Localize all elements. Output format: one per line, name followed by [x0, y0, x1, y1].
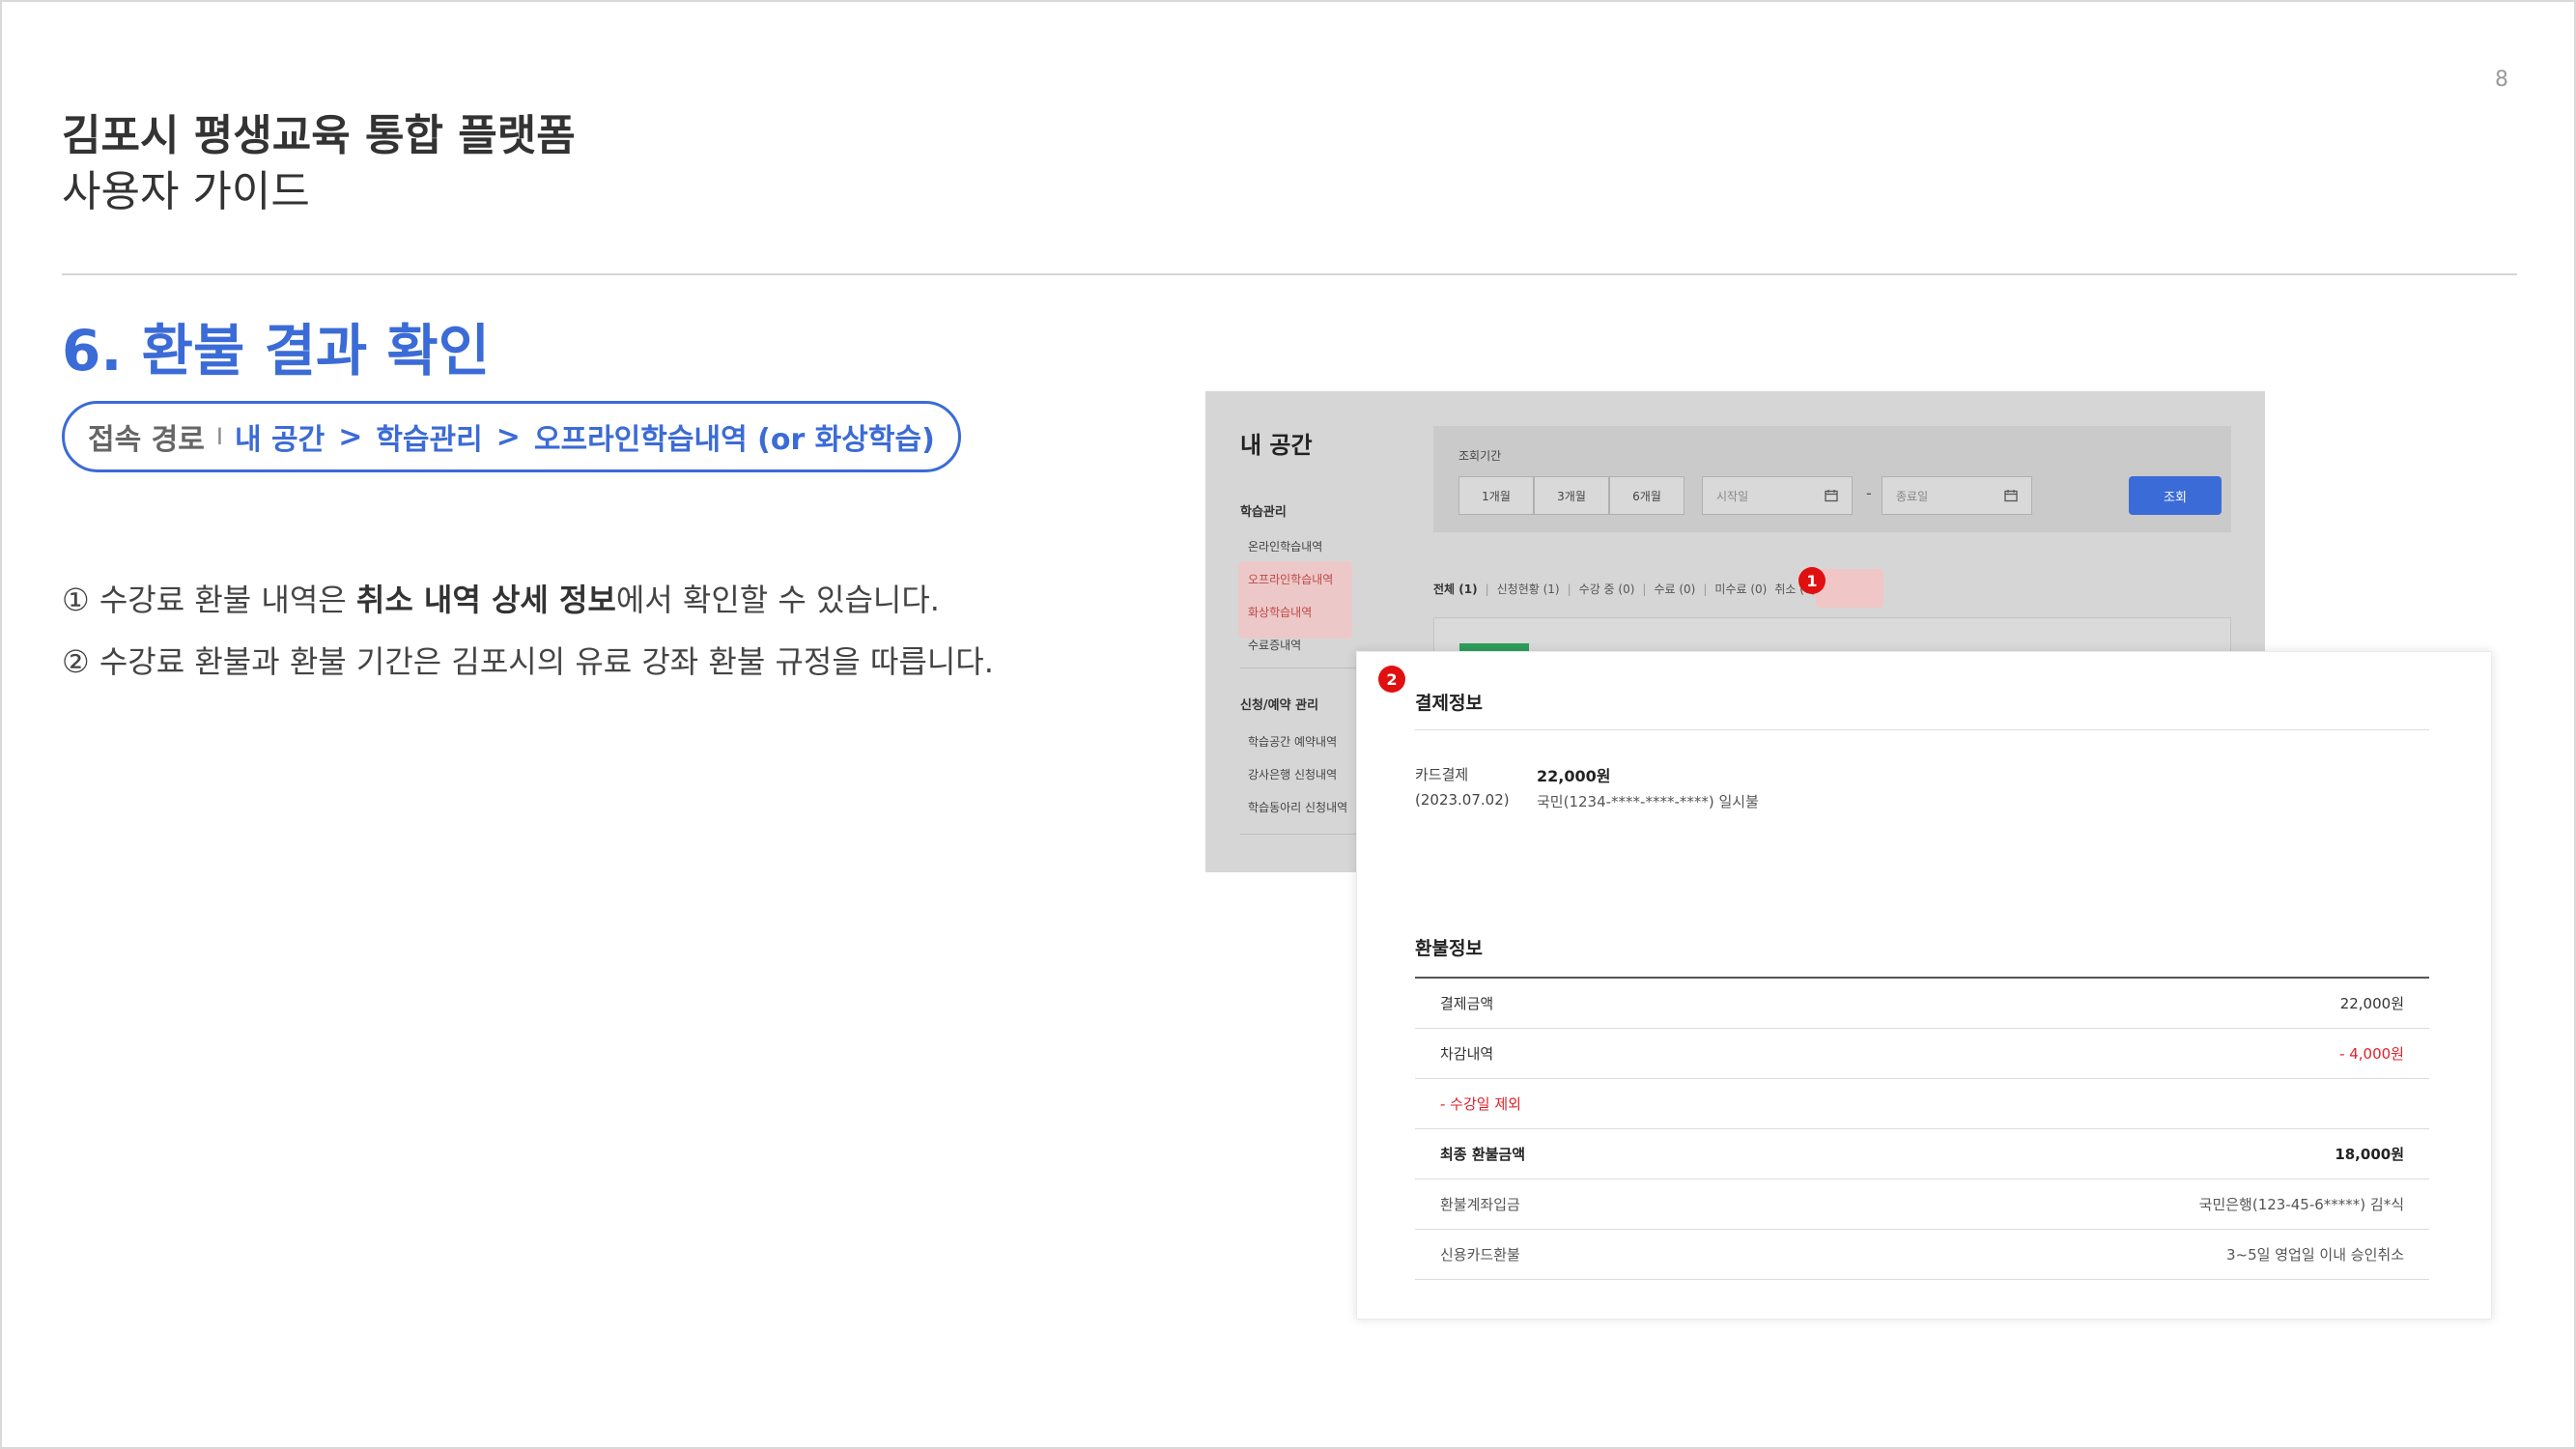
period-6month-button[interactable]: 6개월 — [1609, 476, 1684, 515]
date-range-dash: - — [1866, 484, 1872, 502]
sidebar-item-offline[interactable]: 오프라인학습내역 — [1248, 571, 1333, 587]
table-row: 환불계좌입금 국민은행(123-45-6*****) 김*식 — [1415, 1179, 2429, 1230]
tab-separator: | — [1642, 582, 1647, 596]
payment-card: 국민(1234-****-****-****) 일시불 — [1537, 793, 1759, 810]
refund-info-heading: 환불정보 — [1415, 938, 1483, 959]
table-row: - 수강일 제외 — [1415, 1079, 2429, 1129]
course-status-tag — [1459, 643, 1529, 651]
step-badge-2: 2 — [1378, 666, 1405, 693]
sidebar-group-learning: 학습관리 — [1240, 505, 1287, 520]
table-row: 차감내역 - 4,000원 — [1415, 1029, 2429, 1079]
sidebar-item-club[interactable]: 학습동아리 신청내역 — [1248, 799, 1347, 815]
payment-amount: 22,000원 — [1537, 767, 1611, 785]
status-tabs: 전체 (1) | 신청현황 (1) | 수강 중 (0) | 수료 (0) | … — [1433, 581, 1824, 597]
access-path-arrow: > — [338, 419, 363, 454]
page-number: 8 — [2495, 68, 2508, 92]
end-date-placeholder: 종료일 — [1896, 489, 1929, 503]
tab-in-progress[interactable]: 수강 중 (0) — [1579, 581, 1635, 597]
start-date-placeholder: 시작일 — [1716, 489, 1749, 503]
note-1-suffix: 에서 확인할 수 있습니다. — [615, 582, 940, 618]
refund-row-value: - 4,000원 — [2339, 1045, 2404, 1063]
period-filter: 조회기간 1개월 3개월 6개월 시작일 - 종료일 조회 — [1433, 426, 2231, 532]
sidebar-item-video[interactable]: 화상학습내역 — [1248, 604, 1312, 620]
access-path: 접속 경로 I 내 공간 > 학습관리 > 오프라인학습내역 (or 화상학습) — [62, 401, 961, 472]
refund-row-value: 22,000원 — [2339, 995, 2404, 1012]
access-path-separator: I — [215, 423, 223, 450]
cancel-tab-highlight — [1816, 569, 1883, 608]
period-filter-label: 조회기간 — [1458, 449, 1502, 463]
payment-method: 카드결제 — [1415, 766, 1469, 783]
payment-info-divider — [1415, 729, 2429, 730]
my-space-title: 내 공간 — [1240, 432, 1313, 459]
payment-info-heading: 결제정보 — [1415, 693, 1483, 714]
sidebar-divider — [1240, 834, 1358, 835]
tab-applied[interactable]: 신청현황 (1) — [1497, 581, 1560, 597]
refund-row-value: 3~5일 영업일 이내 승인취소 — [2226, 1246, 2404, 1264]
calendar-icon — [1825, 490, 1838, 502]
calendar-icon — [2004, 490, 2018, 502]
refund-row-value: 국민은행(123-45-6*****) 김*식 — [2198, 1196, 2404, 1213]
payment-date: (2023.07.02) — [1415, 791, 1510, 809]
refund-row-label: 차감내역 — [1440, 1045, 1494, 1063]
document-title: 김포시 평생교육 통합 플랫폼 — [62, 111, 576, 160]
table-row: 최종 환불금액 18,000원 — [1415, 1129, 2429, 1179]
refund-row-label: 환불계좌입금 — [1440, 1196, 1520, 1213]
access-path-arrow: > — [495, 419, 521, 454]
sidebar-item-certificate[interactable]: 수료증내역 — [1248, 637, 1301, 653]
period-3month-button[interactable]: 3개월 — [1534, 476, 1609, 515]
cancel-detail-panel: 2 결제정보 카드결제 (2023.07.02) 22,000원 국민(1234… — [1356, 651, 2492, 1320]
refund-row-value: 18,000원 — [2335, 1146, 2404, 1163]
sidebar-item-online[interactable]: 온라인학습내역 — [1248, 538, 1322, 554]
header-divider — [62, 273, 2517, 275]
tab-incomplete[interactable]: 미수료 (0) — [1714, 581, 1767, 597]
refund-row-label: - 수강일 제외 — [1440, 1095, 1521, 1113]
tab-separator: | — [1485, 582, 1489, 596]
tab-completed[interactable]: 수료 (0) — [1654, 581, 1695, 597]
slide-frame: 8 김포시 평생교육 통합 플랫폼 사용자 가이드 6. 환불 결과 확인 접속… — [0, 0, 2576, 1449]
table-row: 신용카드환불 3~5일 영업일 이내 승인취소 — [1415, 1230, 2429, 1280]
refund-row-label: 결제금액 — [1440, 995, 1494, 1012]
note-1-prefix: ① 수강료 환불 내역은 — [62, 582, 356, 618]
table-row: 결제금액 22,000원 — [1415, 979, 2429, 1029]
section-title: 6. 환불 결과 확인 — [62, 318, 491, 384]
access-path-step-1: 내 공간 — [234, 423, 326, 457]
step-badge-1: 1 — [1798, 567, 1826, 594]
tab-separator: | — [1703, 582, 1708, 596]
sidebar-item-space[interactable]: 학습공간 예약내역 — [1248, 733, 1337, 750]
sidebar-item-instructor[interactable]: 강사은행 신청내역 — [1248, 766, 1337, 782]
end-date-input[interactable]: 종료일 — [1882, 476, 2032, 515]
start-date-input[interactable]: 시작일 — [1702, 476, 1853, 515]
note-1-bold: 취소 내역 상세 정보 — [355, 582, 616, 618]
refund-row-label: 신용카드환불 — [1440, 1246, 1520, 1264]
note-1: ① 수강료 환불 내역은 취소 내역 상세 정보에서 확인할 수 있습니다. — [62, 576, 940, 620]
access-path-step-2: 학습관리 — [376, 423, 483, 457]
period-1month-button[interactable]: 1개월 — [1458, 476, 1534, 515]
refund-row-label: 최종 환불금액 — [1440, 1146, 1526, 1163]
document-subtitle: 사용자 가이드 — [62, 167, 310, 216]
access-path-label: 접속 경로 — [88, 423, 205, 457]
tab-all[interactable]: 전체 (1) — [1433, 581, 1478, 597]
access-path-step-3: 오프라인학습내역 (or 화상학습) — [533, 423, 935, 457]
tab-separator: | — [1567, 582, 1571, 596]
refund-info-table: 결제금액 22,000원 차감내역 - 4,000원 - 수강일 제외 최종 환… — [1415, 977, 2429, 1280]
search-button[interactable]: 조회 — [2129, 476, 2222, 515]
sidebar-group-reservation: 신청/예약 관리 — [1240, 698, 1319, 713]
note-2: ② 수강료 환불과 환불 기간은 김포시의 유료 강좌 환불 규정을 따릅니다. — [62, 643, 994, 680]
